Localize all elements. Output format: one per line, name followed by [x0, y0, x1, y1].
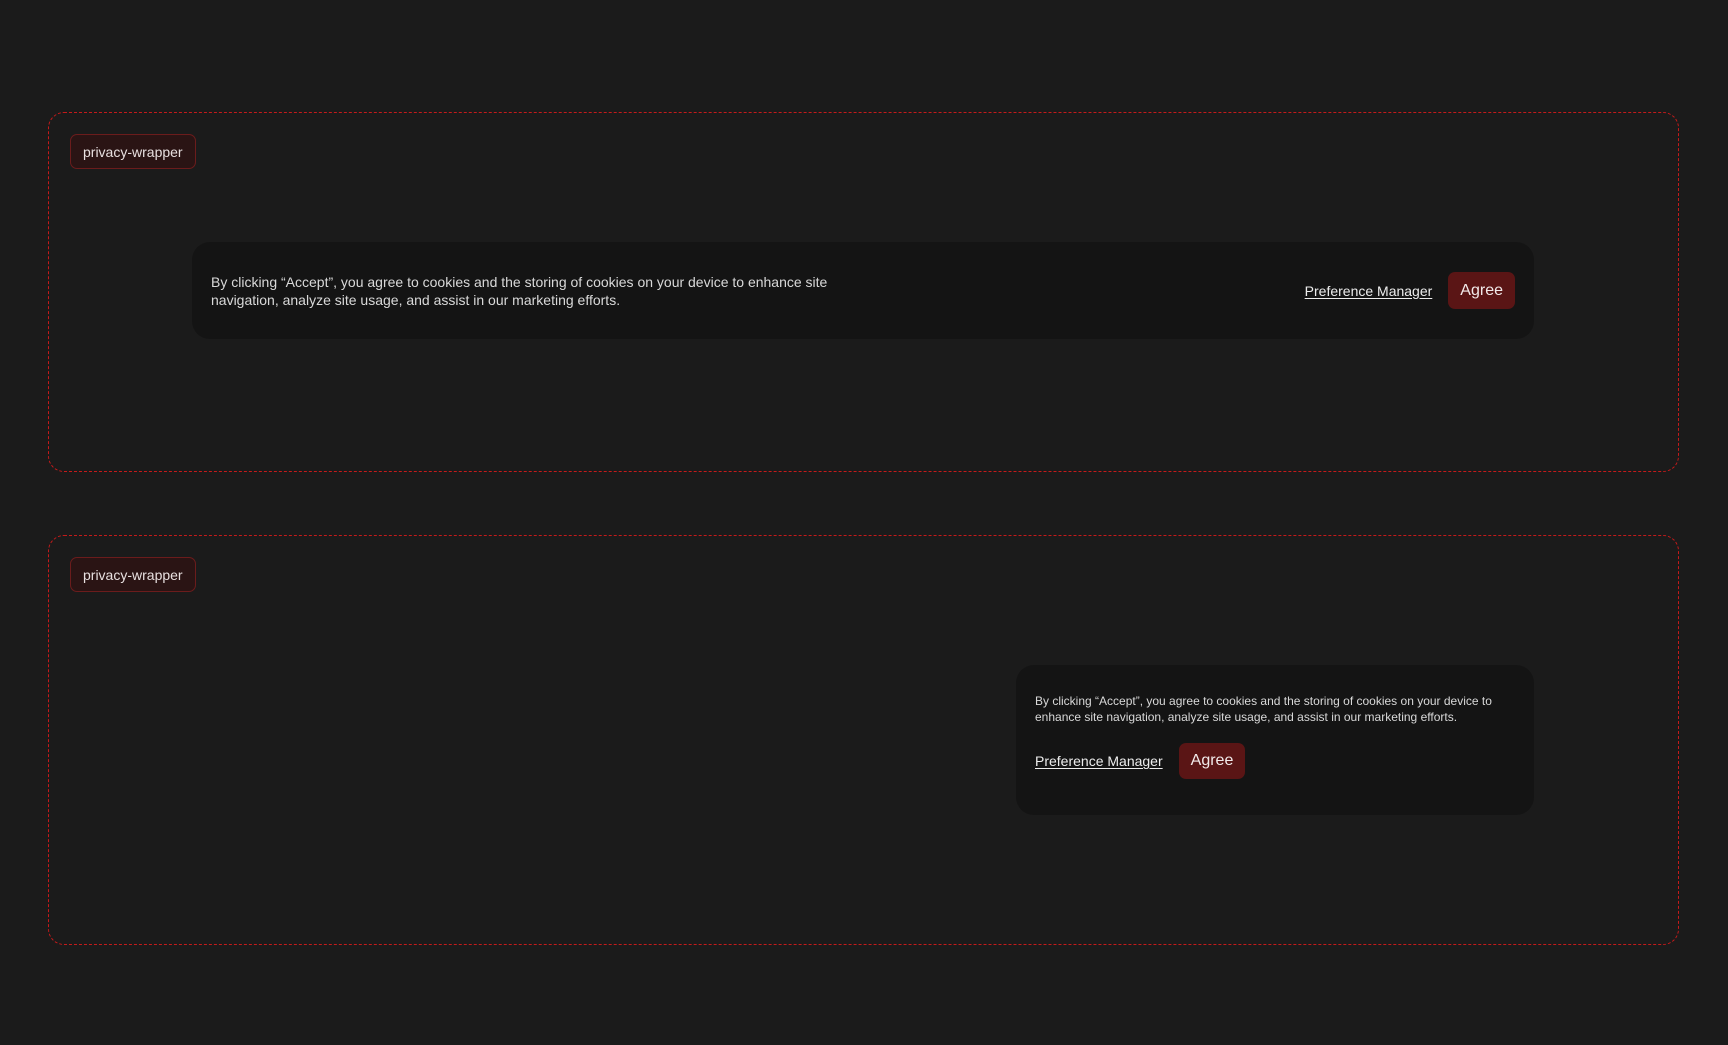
- privacy-wrapper-tag: privacy-wrapper: [70, 557, 196, 592]
- cookie-banner-horizontal: By clicking “Accept”, you agree to cooki…: [192, 242, 1534, 339]
- privacy-wrapper-frame-compact: privacy-wrapper By clicking “Accept”, yo…: [48, 535, 1679, 945]
- cookie-banner-compact: By clicking “Accept”, you agree to cooki…: [1016, 665, 1534, 815]
- preference-manager-link[interactable]: Preference Manager: [1035, 753, 1163, 769]
- agree-button[interactable]: Agree: [1448, 272, 1515, 309]
- preference-manager-link[interactable]: Preference Manager: [1305, 283, 1433, 299]
- cookie-actions: Preference Manager Agree: [1035, 743, 1515, 779]
- privacy-wrapper-frame-horizontal: privacy-wrapper By clicking “Accept”, yo…: [48, 112, 1679, 472]
- privacy-wrapper-tag: privacy-wrapper: [70, 134, 196, 169]
- cookie-actions: Preference Manager Agree: [1305, 272, 1515, 309]
- cookie-message: By clicking “Accept”, you agree to cooki…: [1035, 694, 1492, 724]
- agree-button[interactable]: Agree: [1178, 743, 1246, 779]
- cookie-message: By clicking “Accept”, you agree to cooki…: [211, 273, 828, 308]
